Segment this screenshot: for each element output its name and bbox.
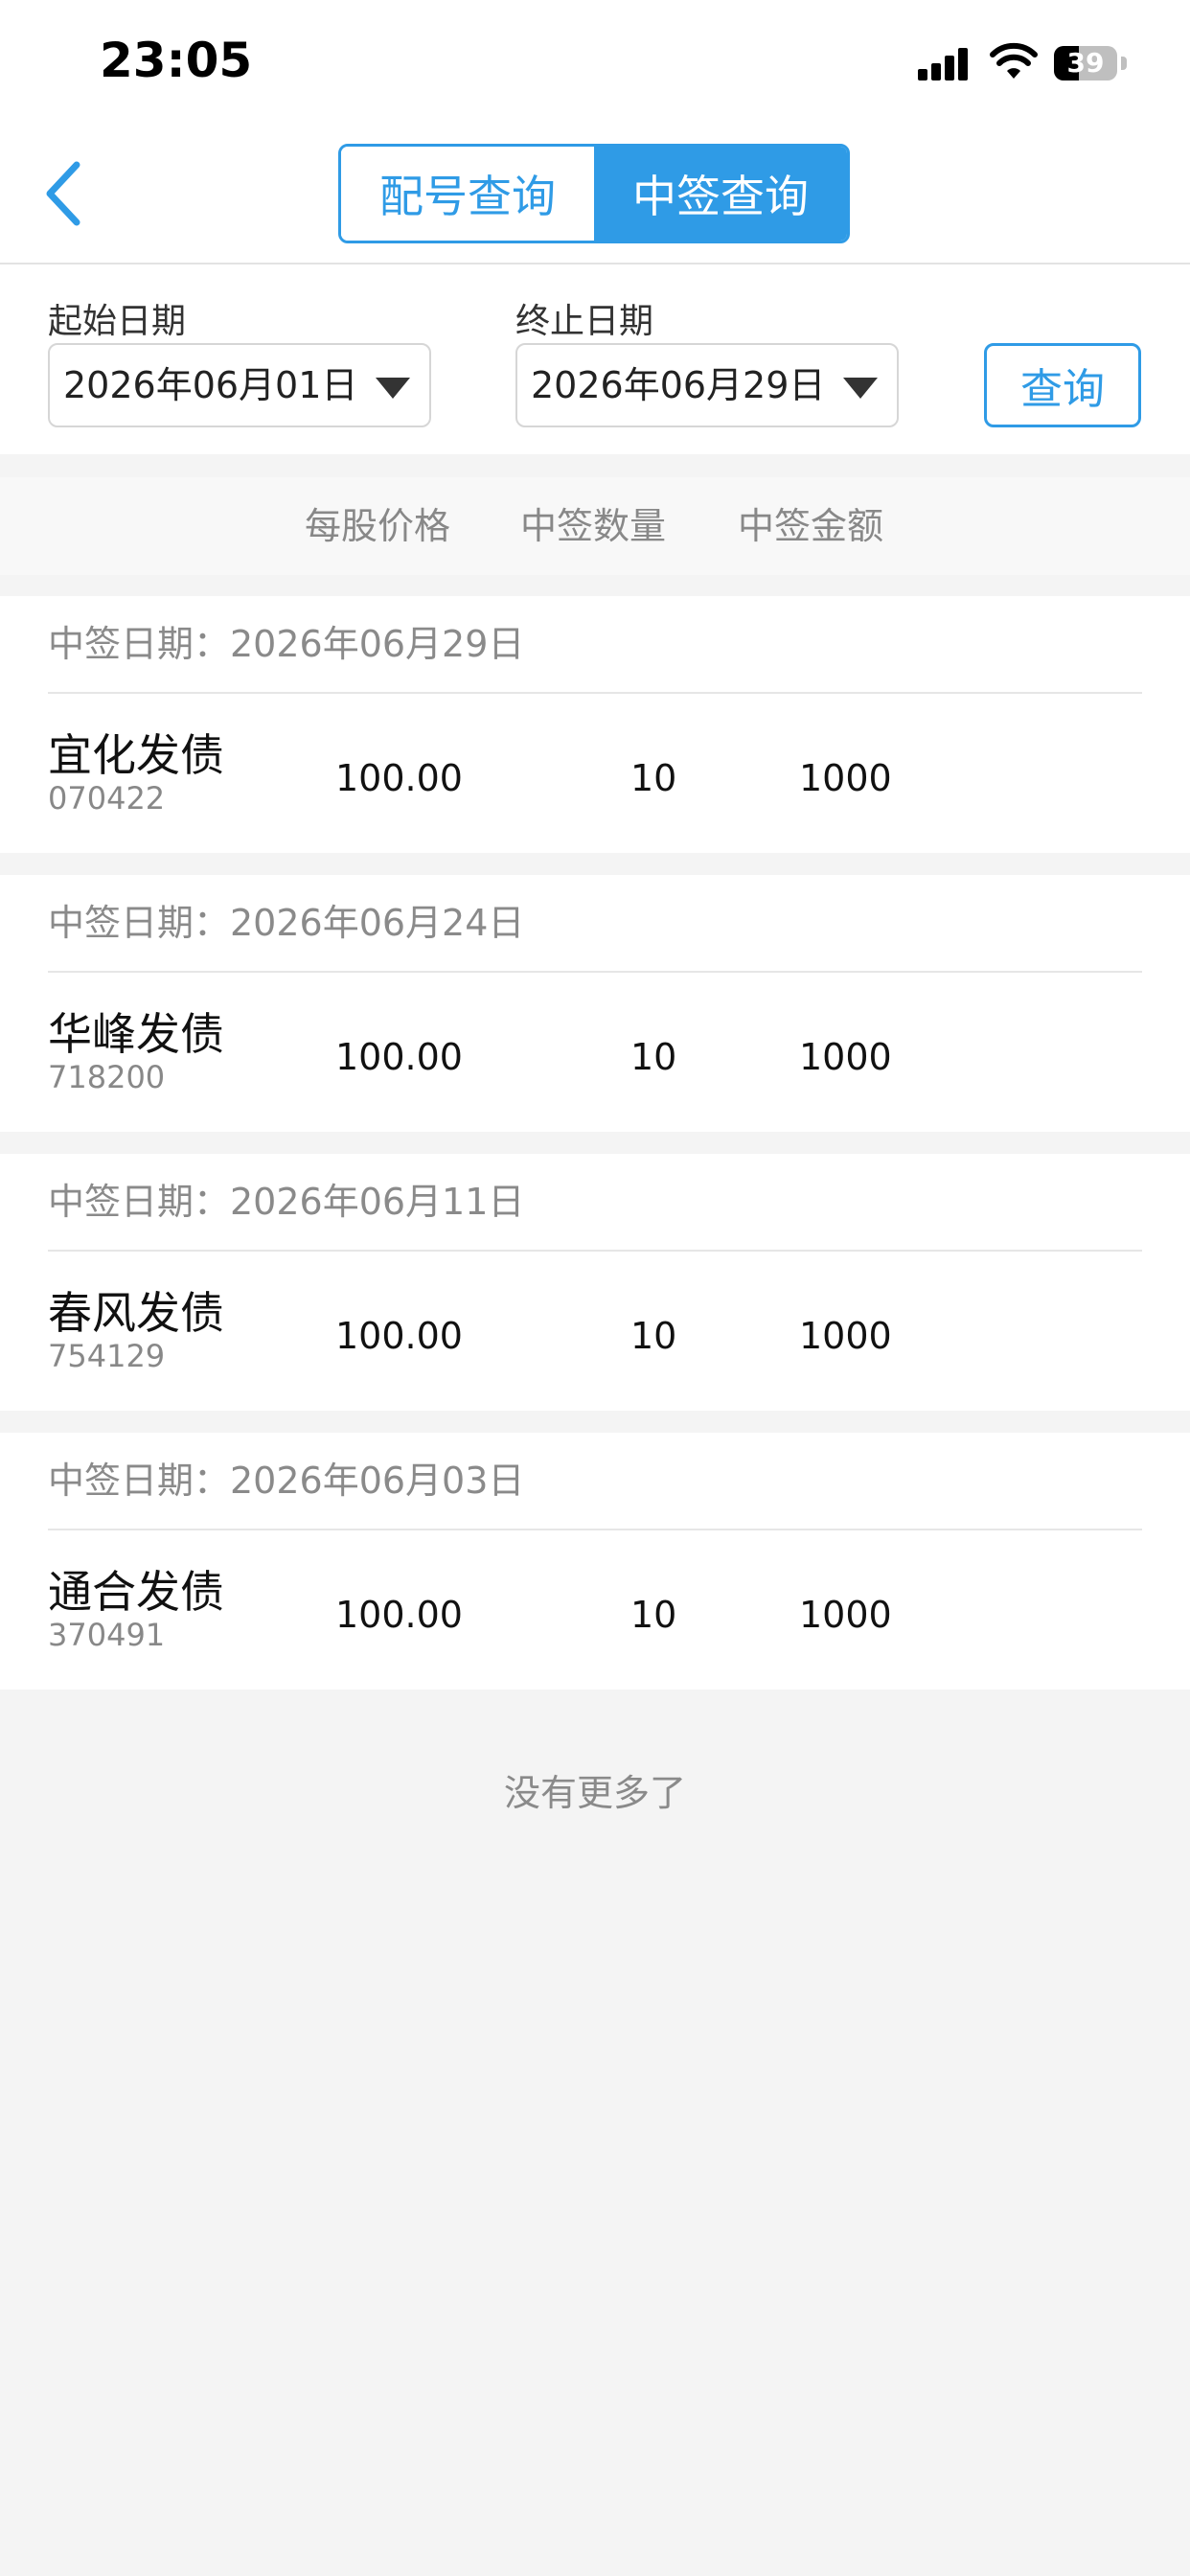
nav-bar: 配号查询 中签查询 — [0, 126, 1190, 264]
winning-date: 中签日期：2026年06月24日 — [48, 902, 525, 944]
winning-date: 中签日期：2026年06月03日 — [48, 1460, 525, 1502]
winning-date: 中签日期：2026年06月11日 — [48, 1181, 525, 1223]
divider — [48, 1250, 1142, 1252]
bond-code: 718200 — [48, 1059, 166, 1095]
bond-name: 通合发债 — [48, 1566, 224, 1618]
header-price: 每股价格 — [305, 505, 451, 547]
status-bar: 23:05 39 — [0, 0, 1190, 126]
price-value: 100.00 — [335, 757, 463, 799]
amount-value: 1000 — [799, 1594, 892, 1636]
query-button[interactable]: 查询 — [984, 343, 1141, 427]
cellular-signal-icon — [918, 46, 970, 80]
bond-name: 春风发债 — [48, 1287, 224, 1339]
quantity-value: 10 — [630, 1315, 677, 1357]
bond-code: 070422 — [48, 780, 166, 816]
list-item[interactable]: 中签日期：2026年06月29日 宜化发债 070422 100.00 10 1… — [0, 596, 1190, 853]
battery-icon: 39 — [1054, 46, 1117, 80]
bond-code: 370491 — [48, 1617, 166, 1653]
no-more-text: 没有更多了 — [503, 1772, 686, 1814]
table-header: 每股价格 中签数量 中签金额 — [0, 477, 1190, 575]
back-chevron-icon[interactable] — [38, 155, 96, 232]
end-date-label: 终止日期 — [515, 302, 654, 341]
divider — [48, 1529, 1142, 1530]
amount-value: 1000 — [799, 1315, 892, 1357]
amount-value: 1000 — [799, 757, 892, 799]
list-item[interactable]: 中签日期：2026年06月11日 春风发债 754129 100.00 10 1… — [0, 1154, 1190, 1411]
price-value: 100.00 — [335, 1315, 463, 1357]
header-quantity: 中签数量 — [520, 505, 667, 547]
list-item[interactable]: 中签日期：2026年06月03日 通合发债 370491 100.00 10 1… — [0, 1433, 1190, 1690]
status-time: 23:05 — [100, 33, 253, 88]
start-date-select[interactable]: 2026年06月01日 — [48, 343, 431, 427]
quantity-value: 10 — [630, 1036, 677, 1078]
bond-name: 华峰发债 — [48, 1008, 224, 1060]
price-value: 100.00 — [335, 1594, 463, 1636]
header-amount: 中签金额 — [738, 505, 884, 547]
price-value: 100.00 — [335, 1036, 463, 1078]
wifi-icon — [990, 42, 1038, 79]
quantity-value: 10 — [630, 1594, 677, 1636]
dropdown-triangle-icon — [843, 378, 878, 399]
end-date-value: 2026年06月29日 — [531, 364, 826, 406]
winning-date: 中签日期：2026年06月29日 — [48, 623, 525, 665]
tab-allocation-query[interactable]: 配号查询 — [341, 147, 594, 241]
end-date-select[interactable]: 2026年06月29日 — [515, 343, 899, 427]
bond-code: 754129 — [48, 1338, 166, 1374]
list-item[interactable]: 中签日期：2026年06月24日 华峰发债 718200 100.00 10 1… — [0, 875, 1190, 1132]
date-filter: 起始日期 2026年06月01日 终止日期 2026年06月29日 查询 — [0, 264, 1190, 454]
divider — [48, 692, 1142, 694]
battery-cap — [1121, 57, 1127, 70]
divider — [48, 971, 1142, 973]
segmented-control: 配号查询 中签查询 — [338, 144, 850, 243]
start-date-label: 起始日期 — [48, 302, 187, 341]
bond-name: 宜化发债 — [48, 729, 224, 781]
battery-percent: 39 — [1066, 47, 1105, 79]
start-date-value: 2026年06月01日 — [63, 364, 358, 406]
dropdown-triangle-icon — [376, 378, 410, 399]
amount-value: 1000 — [799, 1036, 892, 1078]
tab-winning-query[interactable]: 中签查询 — [594, 147, 847, 241]
quantity-value: 10 — [630, 757, 677, 799]
